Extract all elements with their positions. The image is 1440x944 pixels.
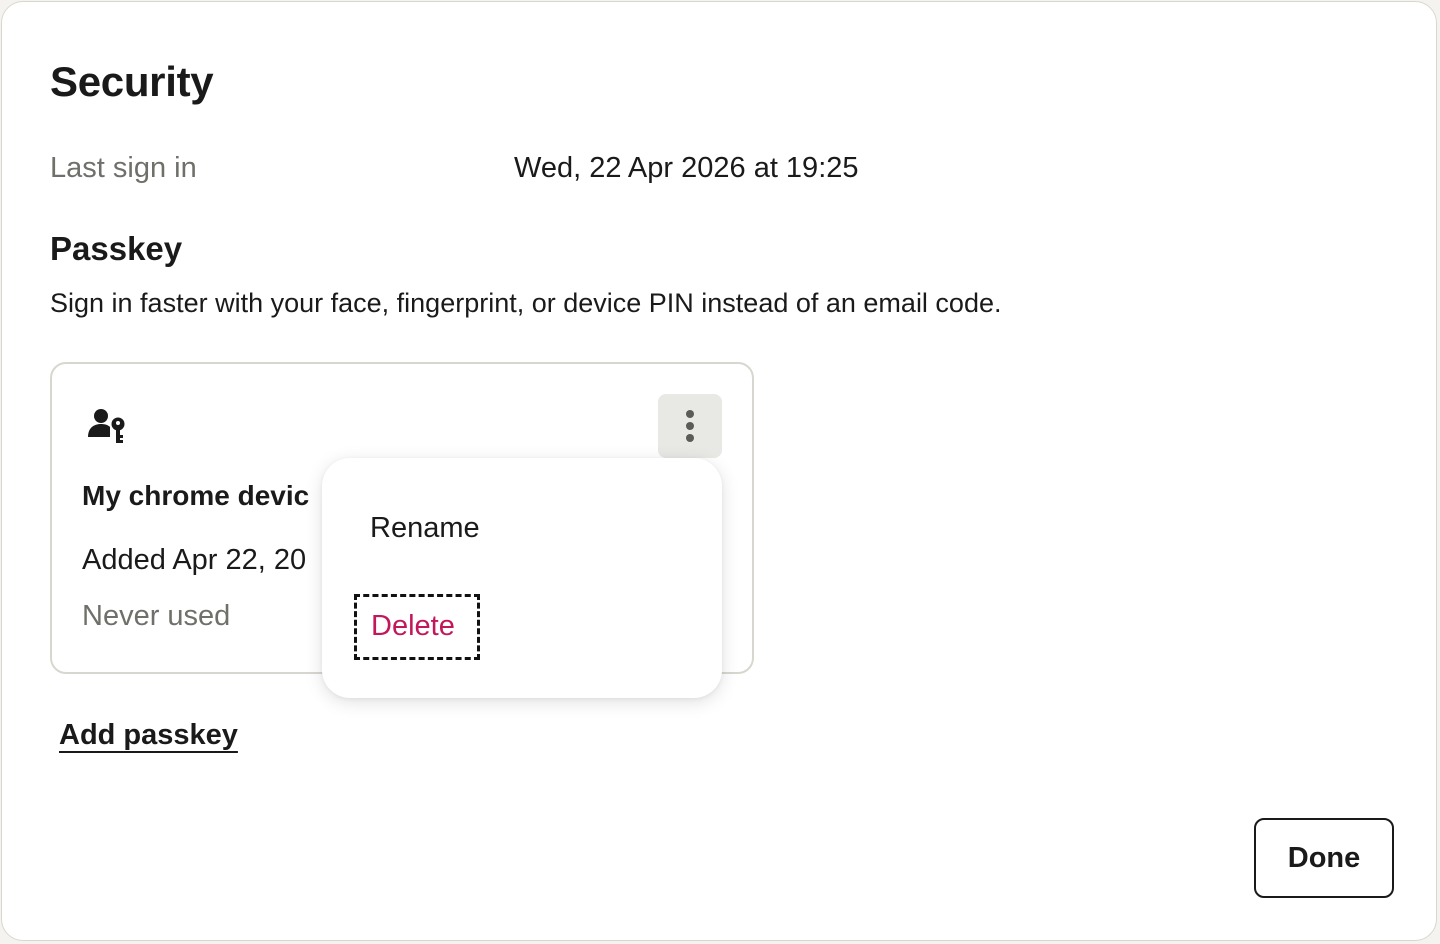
passkey-description: Sign in faster with your face, fingerpri…: [50, 288, 1002, 318]
passkey-usage: Never used: [82, 600, 231, 632]
menu-item-rename[interactable]: Rename: [370, 512, 480, 545]
last-sign-in-label: Last sign in: [50, 152, 197, 184]
done-button[interactable]: Done: [1254, 818, 1394, 898]
more-options-button[interactable]: [658, 394, 722, 458]
passkey-heading: Passkey: [50, 230, 183, 267]
more-vertical-icon: [686, 410, 694, 418]
menu-item-delete[interactable]: Delete: [354, 594, 480, 660]
passkey-added-date: Added Apr 22, 20: [82, 544, 307, 576]
passkey-options-menu: Rename Delete: [322, 458, 722, 698]
user-key-icon: [88, 409, 125, 443]
security-dialog: Security Last sign in Wed, 22 Apr 2026 a…: [1, 1, 1437, 941]
last-sign-in-value: Wed, 22 Apr 2026 at 19:25: [514, 152, 859, 184]
menu-item-delete-label: Delete: [371, 610, 455, 642]
page-title: Security: [50, 58, 214, 105]
add-passkey-link[interactable]: Add passkey: [59, 719, 238, 752]
passkey-device-name: My chrome devic: [82, 480, 310, 511]
